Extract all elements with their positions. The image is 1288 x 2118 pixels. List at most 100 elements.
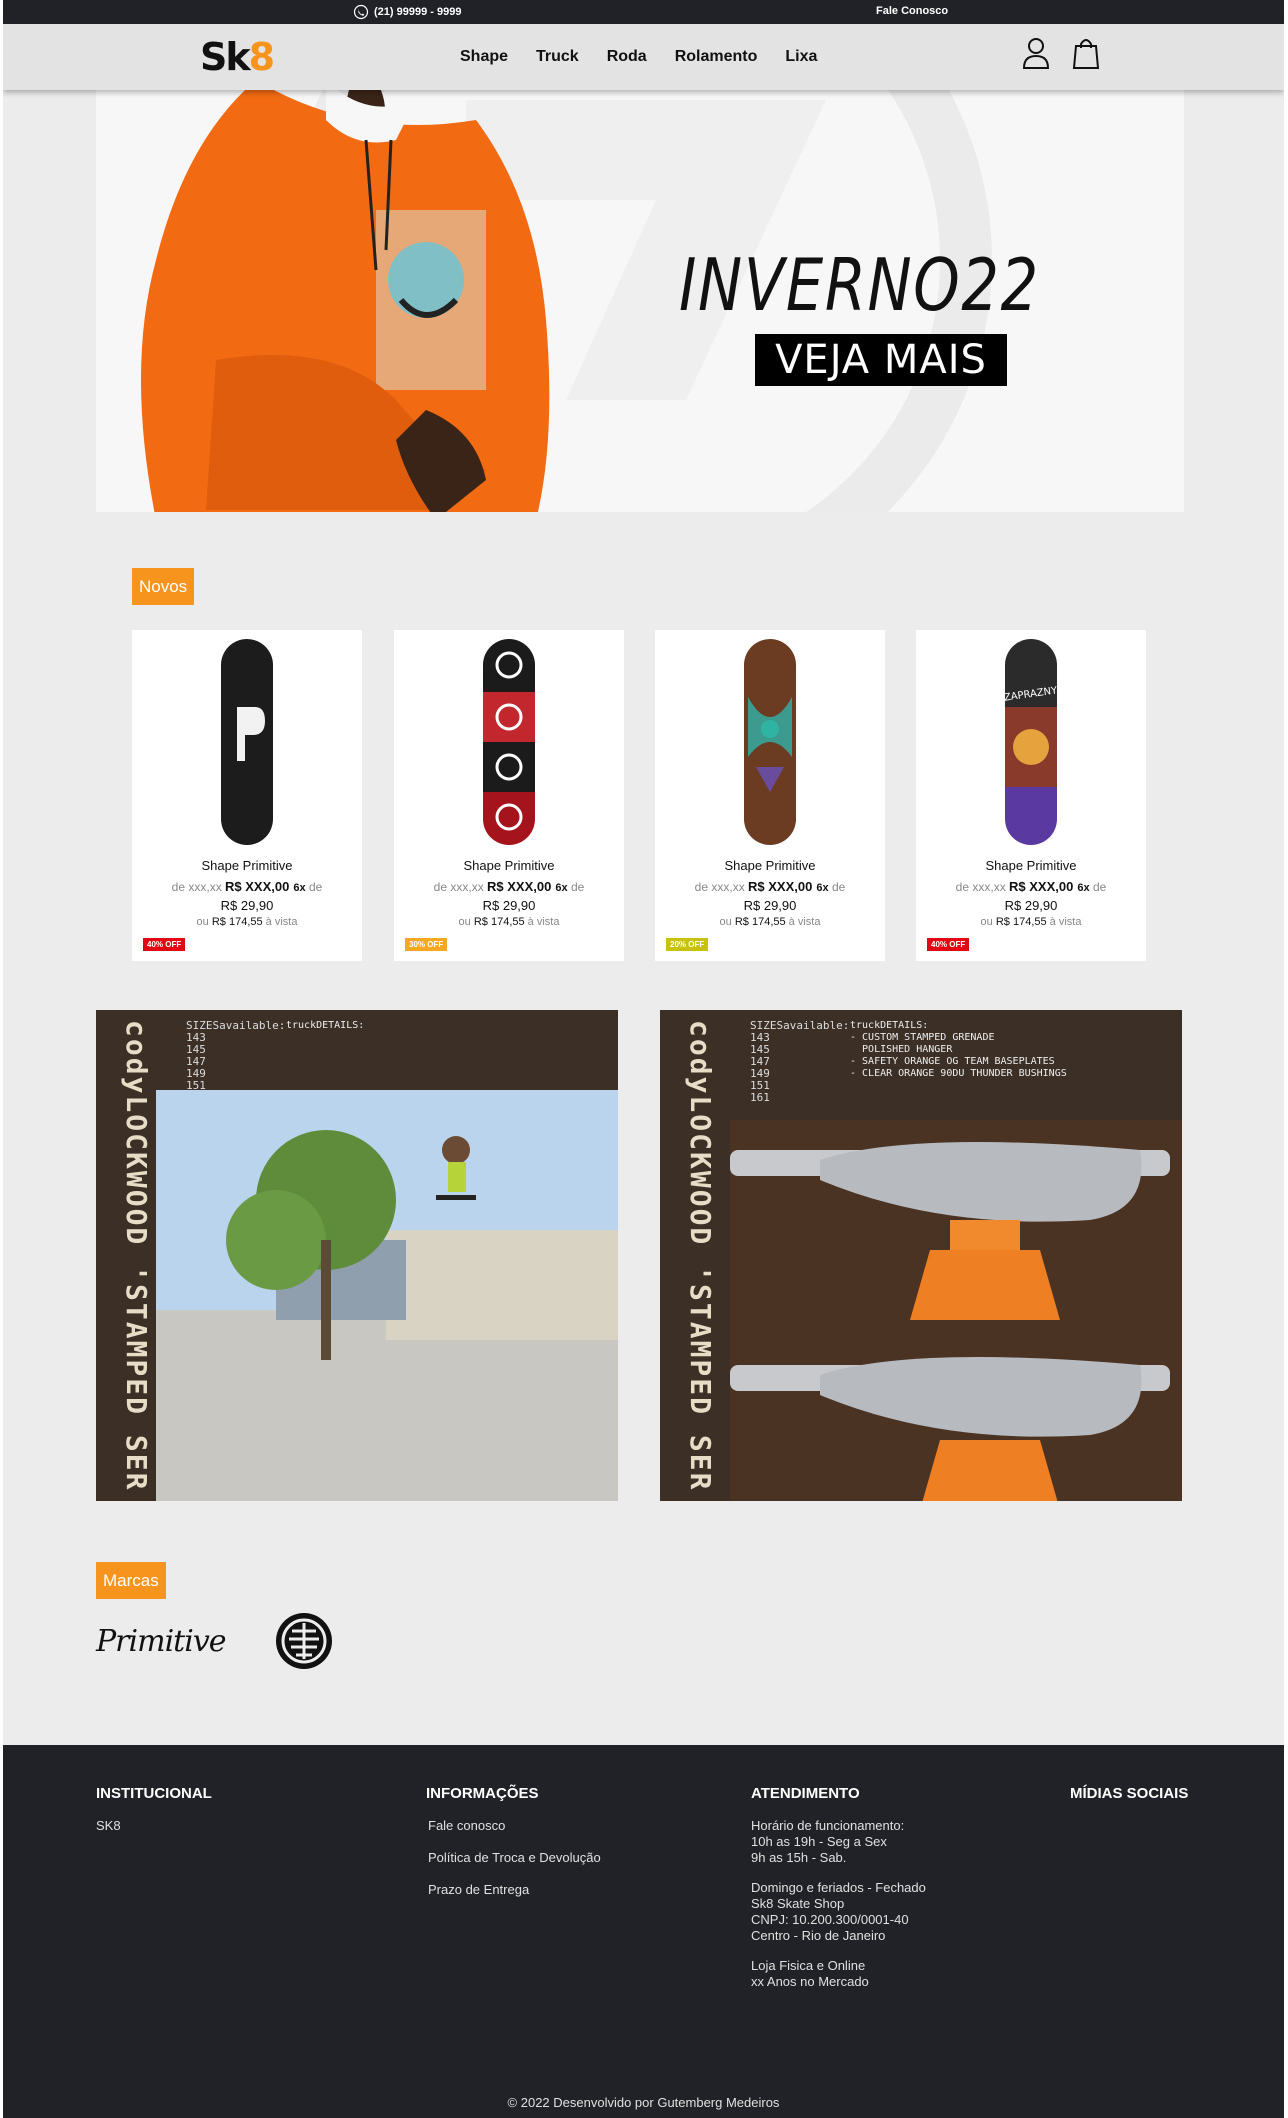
product-price-line: de xxx,xx R$ XXX,00 6x de (655, 879, 885, 894)
nav-shape[interactable]: Shape (460, 48, 508, 66)
promo-side-text: codyLOCKWOOD 'STAMPED SER (120, 1020, 153, 1492)
current-price: R$ XXX,00 (748, 879, 813, 894)
old-price: de xxx,xx (694, 880, 745, 894)
page: (21) 99999 - 9999 Fale Conosco Sk8 Shape… (3, 0, 1284, 2118)
footer-text: CNPJ: 10.200.300/0001-40 (751, 1912, 909, 1927)
footer-text: Sk8 Skate Shop (751, 1896, 845, 1911)
old-price: de xxx,xx (171, 880, 222, 894)
discount-badge: 40% OFF (143, 938, 186, 951)
footer-atendimento: ATENDIMENTO Horário de funcionamento: 10… (751, 1785, 926, 1990)
current-price: R$ XXX,00 (225, 879, 290, 894)
skater-photo (156, 1090, 618, 1501)
installments-de: de (831, 880, 846, 894)
skate-deck-image (744, 639, 796, 845)
product-name: Shape Primitive (724, 858, 816, 873)
installments-count: 6x (555, 882, 568, 894)
cash-prefix: ou (458, 916, 471, 928)
skate-deck-image (221, 639, 273, 845)
cash-prefix: ou (719, 916, 732, 928)
product-price-line: de xxx,xx R$ XXX,00 6x de (916, 879, 1146, 894)
nav-rolamento[interactable]: Rolamento (675, 48, 758, 66)
skate-deck-image: ZAPRAZNY (1003, 639, 1059, 845)
logo-8: 8 (248, 35, 275, 79)
phone-contact[interactable]: (21) 99999 - 9999 (353, 4, 461, 20)
details-item: - CLEAR ORANGE 90DU THUNDER BUSHINGS (850, 1068, 1067, 1079)
copyright: © 2022 Desenvolvido por Gutemberg Medeir… (507, 2095, 780, 2110)
promo-side-text: codyLOCKWOOD 'STAMPED SER (684, 1020, 717, 1492)
details-title: truckDETAILS: (850, 1020, 929, 1031)
footer-text: xx Anos no Mercado (751, 1974, 869, 1989)
footer-text: Loja Fisica e Online (751, 1958, 866, 1973)
cash-price-line: ou R$ 174,55 à vista (132, 916, 362, 928)
shopping-bag-icon[interactable] (1071, 36, 1101, 70)
element-logo[interactable] (274, 1611, 334, 1671)
cash-suffix: à vista (265, 916, 298, 928)
installment-price: R$ 29,90 (482, 898, 536, 913)
banner-headline: INVERNO22 (679, 243, 1040, 327)
footer-text: Domingo e feriados - Fechado (751, 1880, 926, 1895)
installment-price: R$ 29,90 (220, 898, 274, 913)
discount-badge: 40% OFF (927, 938, 970, 951)
cash-price-line: ou R$ 174,55 à vista (916, 916, 1146, 928)
footer-col-title: ATENDIMENTO (751, 1785, 860, 1802)
product-card[interactable]: Shape Primitive de xxx,xx R$ XXX,00 6x de… (655, 630, 885, 961)
footer-text: Centro - Rio de Janeiro (751, 1928, 886, 1943)
logo-sk: Sk (200, 35, 251, 79)
truck-photo (730, 1120, 1182, 1501)
nav-roda[interactable]: Roda (607, 48, 647, 66)
site-footer: INSTITUCIONAL SK8 INFORMAÇÕES Fale conos… (3, 1745, 1284, 2118)
size-item: 161 (750, 1091, 770, 1104)
footer-text: Horário de funcionamento: (751, 1818, 905, 1833)
cash-price-line: ou R$ 174,55 à vista (394, 916, 624, 928)
cash-price: R$ 174,55 (473, 916, 525, 928)
product-card[interactable]: Shape Primitive de xxx,xx R$ XXX,00 6x de… (394, 630, 624, 961)
installment-price: R$ 29,90 (743, 898, 797, 913)
installments-de: de (1092, 880, 1107, 894)
sk8-logo[interactable]: Sk8 (200, 35, 275, 79)
product-card[interactable]: Shape Primitive de xxx,xx R$ XXX,00 6x de… (132, 630, 362, 961)
veja-mais-button[interactable]: VEJA MAIS (755, 334, 1007, 386)
installments-de: de (308, 880, 323, 894)
promo-truck-image[interactable]: codyLOCKWOOD 'STAMPED SER SIZESavailable… (660, 1010, 1182, 1501)
product-name: Shape Primitive (985, 858, 1077, 873)
installments-de: de (570, 880, 585, 894)
footer-link-prazo-entrega[interactable]: Prazo de Entrega (428, 1882, 601, 1897)
user-icon[interactable] (1021, 36, 1051, 70)
installments-count: 6x (293, 882, 306, 894)
footer-col-title: MÍDIAS SOCIAIS (1070, 1785, 1189, 1802)
nav-lixa[interactable]: Lixa (785, 48, 817, 66)
product-price-line: de xxx,xx R$ XXX,00 6x de (394, 879, 624, 894)
cash-prefix: ou (196, 916, 209, 928)
product-name: Shape Primitive (201, 858, 293, 873)
fale-conosco-link[interactable]: Fale Conosco (876, 5, 948, 17)
details-item: - CUSTOM STAMPED GRENADE (850, 1032, 995, 1043)
details-item: POLISHED HANGER (850, 1044, 953, 1055)
installments-count: 6x (816, 882, 829, 894)
footer-link-troca-devolucao[interactable]: Política de Troca e Devolução (428, 1850, 601, 1865)
model-hoodie-image (141, 90, 550, 512)
footer-link-sk8[interactable]: SK8 (96, 1818, 212, 1833)
product-card[interactable]: ZAPRAZNY Shape Primitive de xxx,xx R$ XX… (916, 630, 1146, 961)
footer-col-title: INFORMAÇÕES (426, 1785, 539, 1802)
promo-details-title: truckDETAILS: (286, 1020, 365, 1031)
hero-banner[interactable]: INVERNO22 VEJA MAIS (96, 90, 1184, 512)
footer-institucional: INSTITUCIONAL SK8 (96, 1785, 212, 1850)
promo-details: truckDETAILS: - CUSTOM STAMPED GRENADE P… (850, 1020, 1067, 1080)
cash-suffix: à vista (527, 916, 560, 928)
main-nav: Shape Truck Roda Rolamento Lixa (460, 48, 817, 66)
footer-midias-sociais: MÍDIAS SOCIAIS (1070, 1785, 1188, 1818)
footer-link-fale-conosco[interactable]: Fale conosco (428, 1818, 601, 1833)
promo-sizes: SIZESavailable: 143 145 147 149 151 (186, 1020, 285, 1092)
footer-text: 9h as 15h - Sab. (751, 1850, 847, 1865)
whatsapp-icon (353, 4, 369, 20)
skate-deck-image (483, 639, 535, 845)
brand-logos: Primitive (96, 1611, 334, 1671)
nav-truck[interactable]: Truck (536, 48, 579, 66)
promo-skater-image[interactable]: codyLOCKWOOD 'STAMPED SER SIZESavailable… (96, 1010, 618, 1501)
cash-price: R$ 174,55 (734, 916, 786, 928)
primitive-logo[interactable]: Primitive (96, 1624, 227, 1659)
phone-number: (21) 99999 - 9999 (374, 6, 462, 18)
site-header: Sk8 Shape Truck Roda Rolamento Lixa (3, 24, 1284, 90)
